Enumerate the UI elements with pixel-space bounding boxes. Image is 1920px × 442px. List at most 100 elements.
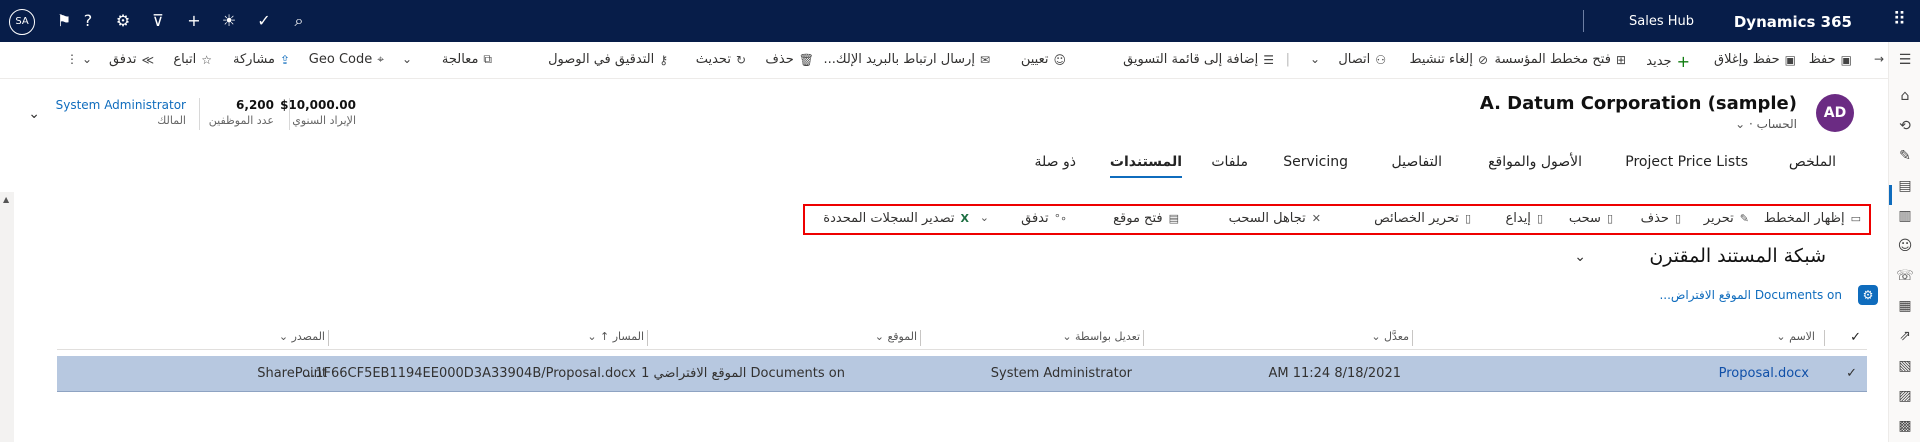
flow-doc-button[interactable]: ∘° تدفق — [1021, 211, 1067, 226]
connect-dropdown[interactable]: ⌄ — [1310, 52, 1320, 66]
annual-revenue-label: الإيراد السنوي — [292, 114, 356, 127]
follow-button[interactable]: ☆ اتباع — [173, 52, 212, 67]
column-header-location[interactable]: الموقع ⌄ — [875, 330, 917, 343]
more-commands-button[interactable]: ⋮ — [66, 52, 78, 66]
waffle-icon[interactable]: ⠿ — [1893, 9, 1906, 30]
user-avatar[interactable]: SA — [9, 9, 35, 35]
show-layout-button[interactable]: ▭ إظهار المخطط — [1764, 211, 1861, 226]
column-header-path[interactable]: المسار ↑ ⌄ — [587, 330, 644, 343]
record-tabs: الملخص Project Price Lists الأصول والموا… — [0, 152, 1888, 182]
recent-icon[interactable]: ⟲ — [1889, 118, 1920, 134]
gear-icon[interactable]: ⚙ — [112, 10, 134, 32]
save-button[interactable]: ▣ حفظ — [1809, 52, 1852, 67]
owner-label: المالك — [157, 114, 186, 127]
tab-summary[interactable]: الملخص — [1789, 154, 1836, 170]
tab-assets-locations[interactable]: الأصول والمواقع — [1488, 154, 1582, 170]
scroll-up-icon[interactable]: ▲ — [3, 195, 9, 204]
flow-icon: ≫ — [141, 52, 154, 67]
properties-icon: ▯ — [1464, 212, 1471, 225]
topbar-divider — [1583, 10, 1584, 32]
close-icon: ✕ — [1311, 212, 1321, 225]
activities-icon[interactable]: ▤ — [1889, 178, 1920, 194]
home-icon[interactable]: ⌂ — [1889, 88, 1920, 104]
export-selected-button[interactable]: X تصدير السجلات المحددة — [823, 211, 969, 226]
tab-servicing[interactable]: Servicing — [1283, 154, 1348, 170]
record-entity-label[interactable]: الحساب · ⌄ — [1735, 117, 1797, 131]
top-navigation-bar: SA ⚑ ? ⚙ ⊽ + ☀ ✓ ⌕ Sales Hub Dynamics 36… — [0, 0, 1920, 42]
checkout-button[interactable]: ▯ سحب — [1569, 211, 1613, 226]
orders-icon[interactable]: ▨ — [1889, 388, 1920, 404]
tab-files[interactable]: ملفات — [1211, 154, 1248, 170]
hamburger-icon[interactable]: ☰ — [1889, 52, 1920, 68]
document-location-link[interactable]: Documents on الموقع الافتراض... — [1659, 288, 1842, 302]
search-icon[interactable]: ⌕ — [288, 10, 310, 32]
edit-properties-button[interactable]: ▯ تحرير الخصائص — [1374, 211, 1471, 226]
tab-details[interactable]: التفاصيل — [1392, 154, 1442, 170]
star-icon: ☆ — [201, 52, 212, 67]
process-button[interactable]: ⧉ معالجة — [442, 52, 492, 67]
row-checkbox[interactable]: ✓ — [1846, 366, 1857, 381]
checkin-button[interactable]: ▯ إيداع — [1506, 211, 1544, 226]
column-header-name[interactable]: الاسم ⌄ — [1776, 330, 1815, 343]
check-circle-icon[interactable]: ✓ — [253, 10, 275, 32]
geo-code-button[interactable]: ⌖ Geo Code — [309, 52, 384, 67]
tab-documents[interactable]: المستندات — [1109, 154, 1182, 178]
select-all-checkbox[interactable]: ✓ — [1850, 330, 1861, 345]
leads-icon[interactable]: ▦ — [1889, 298, 1920, 314]
opportunities-icon[interactable]: ⇗ — [1889, 328, 1920, 344]
chevron-down-icon[interactable]: ⌄ — [1574, 249, 1586, 265]
tab-related[interactable]: ذو صلة — [1035, 154, 1076, 170]
flow-button[interactable]: ≫ تدفق — [109, 52, 154, 67]
owner-value[interactable]: System Administrator — [56, 98, 186, 112]
tab-project-price-lists[interactable]: Project Price Lists — [1625, 154, 1748, 170]
table-row[interactable]: ✓ Proposal.docx AM 11:24 8/18/2021 Syste… — [57, 356, 1867, 392]
refresh-icon: ↻ — [735, 52, 746, 67]
open-org-chart-button[interactable]: ⊞ فتح مخطط المؤسسة — [1495, 52, 1626, 67]
new-button[interactable]: + جديد — [1646, 52, 1690, 71]
command-divider: | — [1285, 52, 1290, 67]
column-header-source[interactable]: المصدر ⌄ — [279, 330, 325, 343]
flow-doc-dropdown[interactable]: ⌄ — [980, 211, 989, 224]
filter-icon[interactable]: ⊽ — [147, 10, 169, 32]
refresh-button[interactable]: ↻ تحديث — [696, 52, 746, 67]
cell-path: ...1F66CF5EB1194EE000D3A33904B/Proposal.… — [302, 366, 636, 381]
flow-dropdown[interactable]: ⌄ — [82, 52, 92, 66]
help-icon[interactable]: ? — [77, 10, 99, 32]
accounts-icon[interactable]: ▥ — [1889, 208, 1920, 224]
discard-checkout-button[interactable]: ✕ تجاهل السحب — [1229, 211, 1321, 226]
delete-document-button[interactable]: ▯ حذف — [1641, 211, 1681, 226]
back-button[interactable]: → — [1874, 52, 1884, 66]
document-toolbar: ▭ إظهار المخطط ✎ تحرير ▯ حذف ▯ سحب ▯ إيداع ▯ ت… — [803, 204, 1871, 235]
save-close-button[interactable]: ▣ حفظ وإغلاق — [1714, 52, 1796, 67]
pinned-icon[interactable]: ✎ — [1889, 148, 1920, 164]
cell-location: Documents on الموقع الافتراضي 1 — [641, 366, 845, 381]
vertical-scrollbar[interactable]: ▲ — [0, 192, 14, 442]
document-name-link[interactable]: Proposal.docx — [1719, 366, 1809, 381]
lightbulb-icon[interactable]: ☀ — [218, 10, 240, 32]
deactivate-button[interactable]: ⊘ إلغاء تنشيط — [1409, 52, 1488, 67]
process-dropdown[interactable]: ⌄ — [402, 52, 412, 66]
edit-button[interactable]: ✎ تحرير — [1704, 211, 1749, 226]
assistant-icon[interactable]: ⚑ — [53, 10, 75, 32]
contacts-icon[interactable]: ☺ — [1889, 238, 1920, 254]
assign-button[interactable]: ☺ تعيين — [1021, 52, 1066, 67]
expand-header-chevron-icon[interactable]: ⌄ — [28, 106, 40, 122]
chevron-down-icon: ⌄ — [1735, 117, 1746, 131]
plus-icon[interactable]: + — [183, 10, 205, 32]
side-navigation-rail: ☰ ⌂ ⟲ ✎ ▤ ▥ ☺ ☏ ▦ ⇗ ▧ ▨ ▩ — [1888, 42, 1920, 442]
phone-icon[interactable]: ☏ — [1889, 268, 1920, 284]
quotes-icon[interactable]: ▧ — [1889, 358, 1920, 374]
email-link-button[interactable]: ✉ إرسال ارتباط بالبريد الإلك... — [824, 52, 990, 67]
column-header-modified-by[interactable]: تعديل بواسطة ⌄ — [1062, 330, 1140, 343]
invoices-icon[interactable]: ▩ — [1889, 418, 1920, 434]
app-name[interactable]: Sales Hub — [1629, 14, 1694, 29]
add-marketing-list-button[interactable]: ☰ إضافة إلى قائمة التسويق — [1123, 52, 1274, 67]
product-title[interactable]: Dynamics 365 — [1734, 13, 1852, 31]
open-location-button[interactable]: ▤ فتح موقع — [1113, 211, 1179, 226]
check-access-button[interactable]: ⚷ التدقيق في الوصول — [548, 52, 668, 67]
share-button[interactable]: ⇪ مشاركة — [233, 52, 290, 67]
column-header-modified[interactable]: معدَّل ⌄ — [1371, 330, 1409, 343]
delete-button[interactable]: 🗑 حذف — [765, 52, 814, 67]
connect-button[interactable]: ⚇ اتصال — [1338, 52, 1386, 67]
sharepoint-location-icon[interactable]: ⚙ — [1858, 285, 1878, 305]
